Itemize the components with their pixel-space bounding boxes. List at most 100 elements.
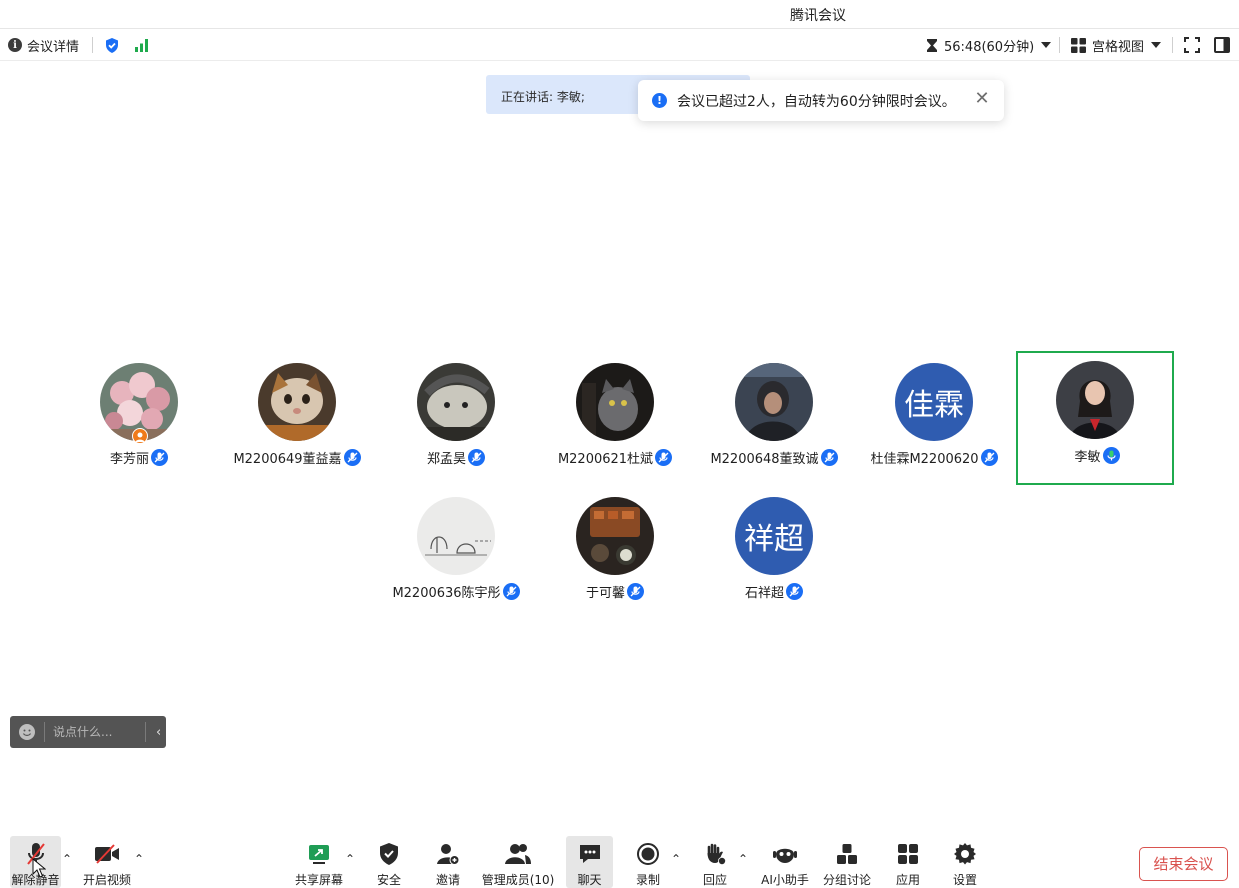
- breakout-rooms-button[interactable]: 分组讨论: [822, 836, 872, 888]
- top-toolbar: i 会议详情 56:48(60分钟) 宫格视图: [0, 29, 1239, 61]
- participant-tile[interactable]: 于可馨: [536, 487, 694, 621]
- participant-name: 于可馨: [585, 586, 625, 601]
- view-mode-dropdown[interactable]: 宫格视图: [1071, 29, 1162, 61]
- participant-name: 李芳丽: [109, 452, 149, 467]
- alert-icon: !: [652, 93, 667, 108]
- record-button[interactable]: 录制: [629, 836, 667, 888]
- microphone-muted-icon: [980, 449, 998, 466]
- start-video-label: 开启视频: [82, 873, 131, 887]
- chat-input-placeholder[interactable]: 说点什么...: [44, 722, 139, 742]
- react-label: 回应: [702, 873, 727, 887]
- participant-tile[interactable]: M2200648董致诚: [695, 353, 853, 487]
- meeting-details-button[interactable]: i 会议详情: [8, 29, 79, 61]
- participant-tile[interactable]: 李芳丽: [60, 353, 218, 487]
- chevron-up-icon[interactable]: ⌃: [133, 853, 145, 865]
- start-video-button[interactable]: 开启视频: [80, 836, 134, 888]
- notice-text: 会议已超过2人，自动转为60分钟限时会议。: [677, 93, 956, 110]
- avatar: [417, 363, 495, 441]
- record-icon: [637, 843, 659, 865]
- chat-quick-input[interactable]: 说点什么... ‹: [10, 716, 166, 748]
- apps-button[interactable]: 应用: [889, 836, 927, 888]
- shield-check-icon: [106, 37, 118, 53]
- participant-tile-speaking[interactable]: 李敏: [1016, 351, 1174, 485]
- members-icon: [505, 844, 531, 864]
- avatar: [576, 363, 654, 441]
- microphone-muted-icon: [468, 449, 485, 466]
- manage-members-label: 管理成员(10): [481, 873, 555, 887]
- chevron-up-icon[interactable]: ⌃: [61, 853, 73, 865]
- divider: [145, 722, 146, 742]
- chevron-up-icon[interactable]: ⌃: [670, 853, 682, 865]
- mouse-cursor-icon: [32, 858, 46, 878]
- avatar-photo: [258, 363, 336, 441]
- chat-bubble-icon: [579, 845, 600, 863]
- shield-icon: [380, 843, 398, 865]
- avatar-photo: [417, 363, 495, 441]
- gear-icon: [954, 842, 976, 865]
- chevron-down-icon: [1151, 42, 1162, 48]
- microphone-muted-icon: [786, 583, 803, 600]
- chat-button[interactable]: 聊天: [566, 836, 613, 888]
- microphone-muted-icon: [343, 449, 361, 466]
- participant-tile[interactable]: M2200636陈宇彤: [377, 487, 535, 621]
- chevron-down-icon: [1041, 42, 1052, 48]
- apps-grid-icon: [898, 844, 918, 864]
- toggle-sidebar-button[interactable]: [1214, 29, 1230, 61]
- meeting-window: 腾讯会议 i 会议详情 56:48(60分钟) 宫格视图 正在讲话: 李敏; !…: [0, 0, 1239, 888]
- security-button[interactable]: 安全: [370, 836, 408, 888]
- avatar: [735, 363, 813, 441]
- fullscreen-icon: [1184, 37, 1200, 53]
- participant-name-row: 李芳丽: [60, 448, 218, 467]
- chevron-up-icon[interactable]: ⌃: [737, 853, 749, 865]
- ai-assistant-button[interactable]: AI小助手: [759, 836, 811, 888]
- invite-label: 邀请: [435, 873, 460, 887]
- chevron-up-icon[interactable]: ⌃: [344, 853, 356, 865]
- camera-off-icon: [95, 844, 119, 864]
- close-icon[interactable]: ✕: [972, 89, 992, 109]
- microphone-muted-icon: [820, 449, 838, 466]
- end-meeting-button[interactable]: 结束会议: [1139, 847, 1228, 881]
- share-screen-label: 共享屏幕: [294, 873, 343, 887]
- info-icon: i: [8, 38, 22, 52]
- emoji-icon[interactable]: [19, 724, 35, 740]
- chevron-left-icon[interactable]: ‹: [156, 725, 161, 740]
- avatar: [258, 363, 336, 441]
- share-screen-button[interactable]: 共享屏幕: [292, 836, 346, 888]
- microphone-muted-icon: [627, 583, 644, 600]
- participant-name: M2200636陈宇彤: [392, 586, 501, 601]
- participant-name-row: 杜佳霖M2200620: [855, 448, 1013, 467]
- meeting-timer[interactable]: 56:48(60分钟): [926, 29, 1052, 61]
- participant-tile[interactable]: 郑孟昊: [377, 353, 535, 487]
- app-title: 腾讯会议: [790, 8, 846, 24]
- avatar: 佳霖: [895, 363, 973, 441]
- invite-button[interactable]: 邀请: [429, 836, 467, 888]
- participant-name: M2200649董益嘉: [233, 452, 342, 467]
- divider: [1172, 37, 1173, 53]
- participant-tile[interactable]: M2200621杜斌: [536, 353, 694, 487]
- timer-label: 56:48(60分钟): [944, 39, 1035, 55]
- breakout-rooms-icon: [837, 844, 857, 864]
- ai-assistant-label: AI小助手: [761, 873, 809, 887]
- avatar: [576, 497, 654, 575]
- participant-name-row: 石祥超: [695, 582, 853, 601]
- user-icon: [135, 432, 145, 442]
- participant-tile[interactable]: 佳霖 杜佳霖M2200620: [855, 353, 1013, 487]
- participant-tile[interactable]: M2200649董益嘉: [218, 353, 376, 487]
- bottom-toolbar: 解除静音 ⌃ 开启视频 ⌃ 共享屏幕 ⌃ 安全 邀请 管理成员(10) 聊天 录…: [0, 836, 1239, 888]
- react-button[interactable]: 回应: [696, 836, 734, 888]
- chat-label: 聊天: [577, 873, 602, 887]
- microphone-active-icon: [1102, 447, 1120, 464]
- manage-members-button[interactable]: 管理成员(10): [482, 836, 554, 888]
- participant-name-row: M2200649董益嘉: [218, 448, 376, 467]
- record-label: 录制: [635, 873, 660, 887]
- apps-label: 应用: [895, 873, 920, 887]
- security-shield-button[interactable]: [104, 29, 120, 61]
- microphone-muted-icon: [655, 449, 673, 466]
- participant-name: 石祥超: [744, 586, 784, 601]
- settings-button[interactable]: 设置: [946, 836, 984, 888]
- fullscreen-button[interactable]: [1184, 29, 1200, 61]
- participant-name-row: M2200621杜斌: [536, 448, 694, 467]
- participant-tile[interactable]: 祥超 石祥超: [695, 487, 853, 621]
- network-signal-button[interactable]: [134, 29, 150, 61]
- divider: [92, 37, 93, 53]
